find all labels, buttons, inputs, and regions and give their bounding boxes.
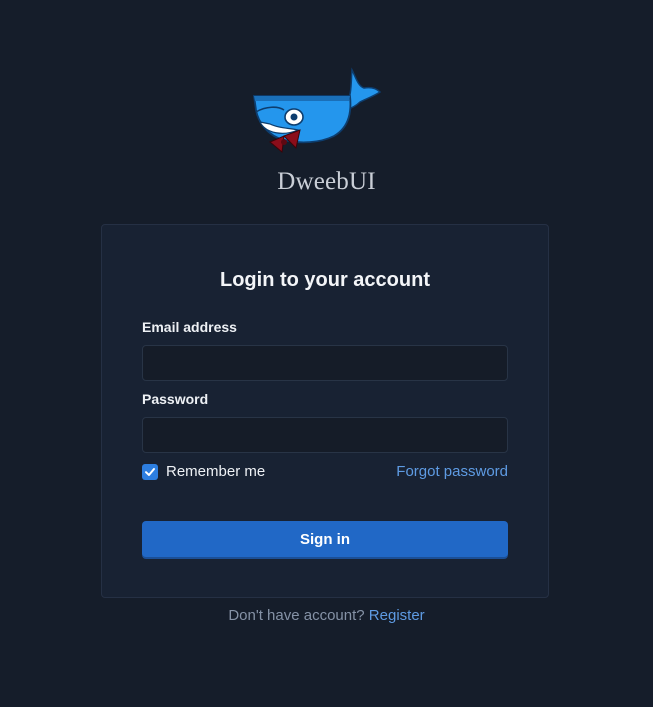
login-title: Login to your account	[220, 269, 430, 291]
register-prompt: Don't have account? Register	[0, 607, 653, 624]
password-label: Password	[142, 391, 209, 407]
password-field[interactable]	[142, 417, 508, 453]
whale-with-bowtie-icon	[252, 67, 382, 153]
email-field[interactable]	[142, 345, 508, 381]
sign-in-button[interactable]: Sign in	[142, 521, 508, 557]
login-page: DweebUI Login to your account Email addr…	[0, 0, 653, 707]
login-card: Login to your account Email address Pass…	[101, 224, 549, 598]
register-link[interactable]: Register	[369, 607, 425, 624]
checkmark-icon	[145, 467, 155, 476]
brand-name: DweebUI	[277, 168, 376, 195]
dweebui-logo	[248, 66, 388, 158]
remember-me-option[interactable]: Remember me	[142, 463, 265, 480]
remember-me-label: Remember me	[166, 463, 266, 480]
register-prompt-text: Don't have account?	[228, 607, 365, 624]
email-label: Email address	[142, 319, 237, 335]
remember-me-checkbox[interactable]	[142, 463, 158, 480]
forgot-password-link[interactable]: Forgot password	[396, 463, 508, 480]
